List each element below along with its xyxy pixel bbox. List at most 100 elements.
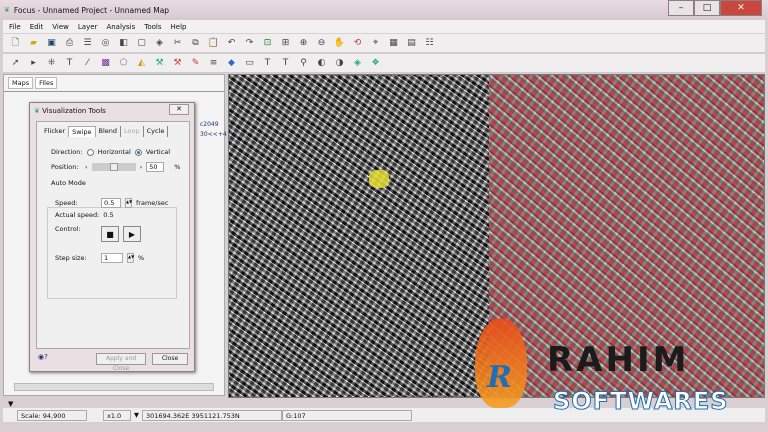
text-icon[interactable]: T bbox=[63, 57, 76, 70]
help-icon: ? bbox=[44, 353, 48, 361]
vertical-label: Vertical bbox=[145, 148, 171, 156]
actual-speed-label: Actual speed: bbox=[55, 211, 100, 219]
new-icon[interactable]: 🗋 bbox=[9, 37, 22, 50]
paste-icon[interactable]: 📋 bbox=[207, 37, 220, 50]
menu-tools[interactable]: Tools bbox=[144, 23, 161, 31]
menu-edit[interactable]: Edit bbox=[30, 23, 44, 31]
raster-icon[interactable]: ▩ bbox=[99, 57, 112, 70]
slider-thumb[interactable] bbox=[109, 163, 118, 171]
slider-right-arrow[interactable]: › bbox=[140, 163, 143, 171]
layer-stack-icon[interactable]: ◈ bbox=[351, 57, 364, 70]
tree-item-fragment[interactable]: c2049 bbox=[200, 121, 219, 128]
tool-icon[interactable]: ⚒ bbox=[171, 57, 184, 70]
expand-arrow-icon[interactable]: ▼ bbox=[8, 400, 13, 408]
tab-swipe[interactable]: Swipe bbox=[68, 126, 96, 137]
border-icon[interactable]: ▭ bbox=[243, 57, 256, 70]
auto-mode-label: Auto Mode bbox=[51, 179, 86, 187]
tab-blend[interactable]: Blend bbox=[96, 126, 122, 137]
table-icon[interactable]: ▤ bbox=[405, 37, 418, 50]
tab-files[interactable]: Files bbox=[35, 77, 58, 89]
zoom-in-icon[interactable]: ⊕ bbox=[297, 37, 310, 50]
contrast-icon[interactable]: ◐ bbox=[315, 57, 328, 70]
horizontal-radio[interactable] bbox=[86, 148, 94, 156]
line-style-icon[interactable]: ≡ bbox=[207, 57, 220, 70]
actual-speed-value: 0.5 bbox=[103, 211, 114, 219]
step-size-spinner[interactable]: ▲▼ bbox=[127, 253, 134, 263]
open-icon[interactable]: ▰ bbox=[27, 37, 40, 50]
undo-icon[interactable]: ↶ bbox=[225, 37, 238, 50]
title-bar: ❦ Focus - Unnamed Project - Unnamed Map … bbox=[0, 0, 768, 20]
play-button[interactable]: ▶ bbox=[123, 226, 141, 242]
save-icon[interactable]: ▣ bbox=[45, 37, 58, 50]
vertical-radio[interactable] bbox=[134, 148, 142, 156]
grayscale-texture bbox=[229, 75, 489, 397]
cut-icon[interactable]: ✂ bbox=[171, 37, 184, 50]
tab-maps[interactable]: Maps bbox=[8, 77, 34, 89]
tab-cycle[interactable]: Cycle bbox=[144, 126, 169, 137]
horizontal-scrollbar[interactable] bbox=[14, 383, 214, 391]
node-icon[interactable]: ⁜ bbox=[45, 57, 58, 70]
stop-button[interactable]: ■ bbox=[101, 226, 119, 242]
polygon-icon[interactable]: ⬠ bbox=[117, 57, 130, 70]
position-input[interactable]: 50 bbox=[146, 162, 165, 172]
tree-item-fragment-2[interactable]: 30<<+4 bbox=[200, 131, 227, 138]
dialog-icon: ❦ bbox=[34, 107, 40, 115]
stack-icon[interactable]: ◈ bbox=[153, 37, 166, 50]
step-size-input[interactable]: 1 bbox=[101, 253, 123, 263]
help-button[interactable]: ◉? bbox=[38, 353, 56, 365]
logo-letter: R bbox=[487, 360, 512, 395]
dialog-close-button[interactable]: ✕ bbox=[169, 104, 189, 115]
position-label: Position: bbox=[51, 163, 79, 171]
position-unit: % bbox=[174, 163, 181, 171]
line-icon[interactable]: ⁄ bbox=[81, 57, 94, 70]
slider-left-arrow[interactable]: ‹ bbox=[85, 163, 88, 171]
pen-color-icon[interactable]: ✎ bbox=[189, 57, 202, 70]
font-size-icon[interactable]: T bbox=[279, 57, 292, 70]
fill-color-icon[interactable]: ◆ bbox=[225, 57, 238, 70]
horizontal-label: Horizontal bbox=[97, 148, 131, 156]
legend-icon[interactable]: ☰ bbox=[81, 37, 94, 50]
frame-icon[interactable]: ▢ bbox=[135, 37, 148, 50]
tab-flicker[interactable]: Flicker bbox=[41, 126, 68, 137]
speed-label: Speed: bbox=[55, 199, 78, 207]
close-dialog-button[interactable]: Close bbox=[152, 353, 188, 365]
grid-icon[interactable]: ▦ bbox=[387, 37, 400, 50]
zoom-out-icon[interactable]: ⊖ bbox=[315, 37, 328, 50]
redo-icon[interactable]: ↷ bbox=[243, 37, 256, 50]
select-icon[interactable]: ➚ bbox=[9, 57, 22, 70]
minimize-button[interactable]: – bbox=[668, 0, 694, 16]
copy-icon[interactable]: ⧉ bbox=[189, 37, 202, 50]
enhance-icon[interactable]: ◑ bbox=[333, 57, 346, 70]
menu-layer[interactable]: Layer bbox=[78, 23, 98, 31]
chart-icon[interactable]: ☷ bbox=[423, 37, 436, 50]
edit-select-icon[interactable]: ▸ bbox=[27, 57, 40, 70]
measure-icon[interactable]: ⚒ bbox=[153, 57, 166, 70]
watermark-sub: SOFTWARES bbox=[553, 387, 729, 416]
coordinates-icon[interactable]: ⌖ bbox=[369, 37, 382, 50]
menu-analysis[interactable]: Analysis bbox=[106, 23, 135, 31]
font-icon[interactable]: T bbox=[261, 57, 274, 70]
symbol-icon[interactable]: ⚲ bbox=[297, 57, 310, 70]
mosaic-icon[interactable]: ❖ bbox=[369, 57, 382, 70]
maximize-button[interactable]: □ bbox=[694, 0, 720, 16]
zoom-extent-icon[interactable]: ⊞ bbox=[279, 37, 292, 50]
speed-spinner[interactable]: ▲▼ bbox=[125, 198, 132, 208]
dropdown-arrow-icon[interactable]: ▼ bbox=[134, 411, 139, 419]
cursor-highlight bbox=[369, 170, 389, 188]
refresh-icon[interactable]: ⟲ bbox=[351, 37, 364, 50]
visualization-tools-dialog: ❦ Visualization Tools ✕ Flicker Swipe Bl… bbox=[29, 102, 195, 372]
close-button[interactable]: ✕ bbox=[720, 0, 762, 16]
print-icon[interactable]: ⎙ bbox=[63, 37, 76, 50]
apply-and-close-button: Apply and Close bbox=[96, 353, 146, 372]
menu-view[interactable]: View bbox=[52, 23, 69, 31]
layers-icon[interactable]: ◎ bbox=[99, 37, 112, 50]
menu-help[interactable]: Help bbox=[171, 23, 187, 31]
speed-input[interactable]: 0.5 bbox=[101, 198, 121, 208]
drawing-toolbar: ➚ ▸ ⁜ T ⁄ ▩ ⬠ ◭ ⚒ ⚒ ✎ ≡ ◆ ▭ T T ⚲ ◐ ◑ ◈ ❖ bbox=[3, 54, 765, 73]
eraser-icon[interactable]: ◧ bbox=[117, 37, 130, 50]
position-slider[interactable] bbox=[91, 163, 136, 171]
pan-icon[interactable]: ✋ bbox=[333, 37, 346, 50]
menu-file[interactable]: File bbox=[9, 23, 21, 31]
zoom-box-icon[interactable]: ⊡ bbox=[261, 37, 274, 50]
fill-icon[interactable]: ◭ bbox=[135, 57, 148, 70]
